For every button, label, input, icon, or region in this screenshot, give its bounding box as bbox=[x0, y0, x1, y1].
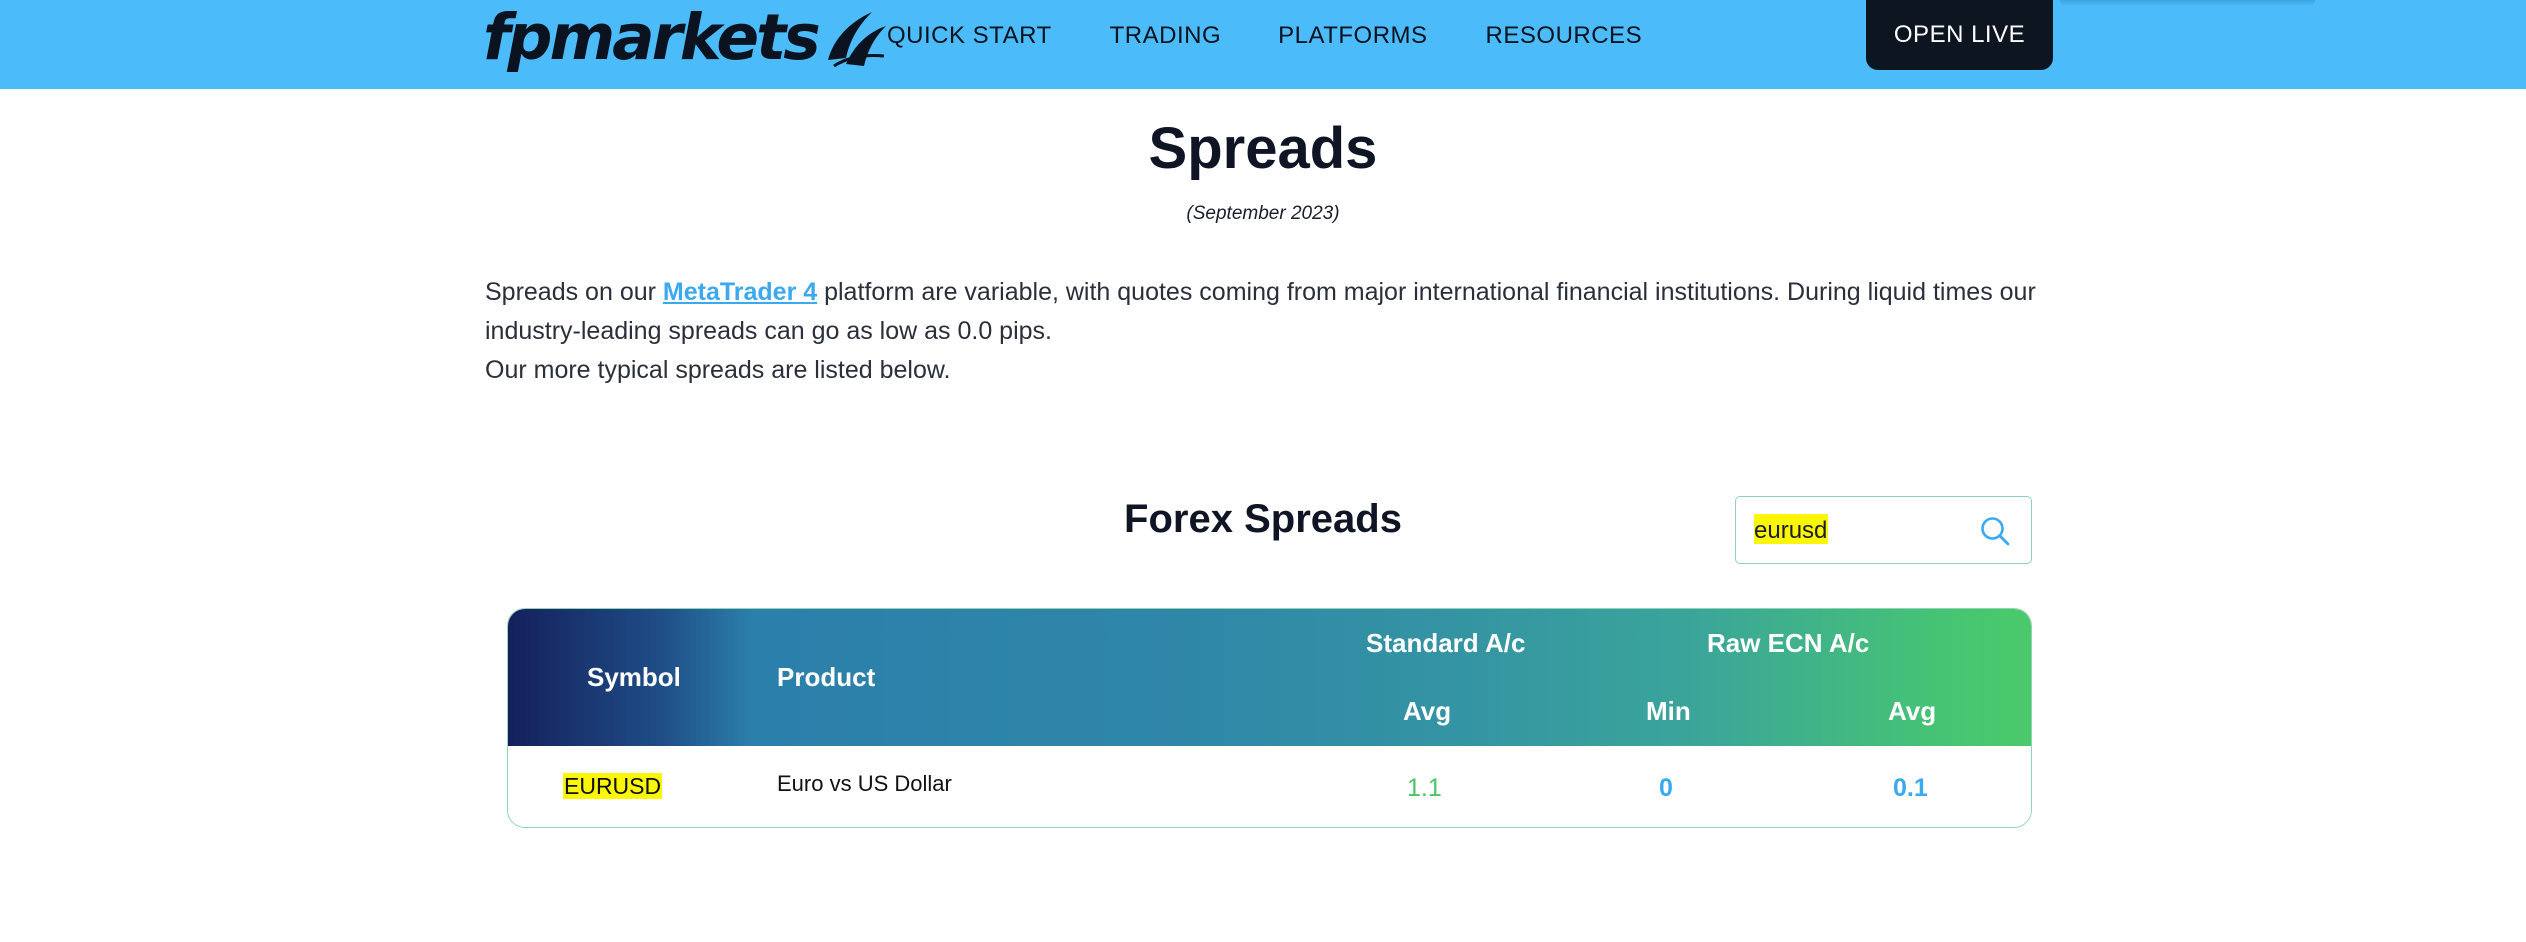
col-symbol: Symbol bbox=[587, 662, 681, 692]
row-standard-avg: 1.1 bbox=[1407, 774, 1442, 802]
row-product: Euro vs US Dollar bbox=[777, 771, 952, 796]
forex-spreads-table: Symbol Product Standard A/c Raw ECN A/c … bbox=[507, 608, 2032, 828]
row-symbol-text: EURUSD bbox=[563, 773, 663, 799]
table-row[interactable]: EURUSD Euro vs US Dollar 1.1 0 0.1 bbox=[508, 746, 2031, 827]
table-header: Symbol Product Standard A/c Raw ECN A/c … bbox=[508, 609, 2031, 746]
nav-resources[interactable]: RESOURCES bbox=[1486, 22, 1643, 50]
intro-text: Spreads on our MetaTrader 4 platform are… bbox=[485, 273, 2045, 390]
page-title: Spreads bbox=[1148, 116, 1378, 181]
page-date: (September 2023) bbox=[1186, 203, 1340, 224]
col-group-raw: Raw ECN A/c bbox=[1707, 628, 1870, 658]
search-box bbox=[1735, 496, 2032, 564]
logo-text: fpmarkets bbox=[483, 1, 821, 74]
open-live-button[interactable]: OPEN LIVE bbox=[1866, 0, 2053, 70]
row-symbol: EURUSD bbox=[563, 773, 663, 800]
intro-before-link: Spreads on our bbox=[485, 278, 663, 306]
main-nav: QUICK START TRADING PLATFORMS RESOURCES bbox=[887, 22, 1700, 50]
logo-swoosh-icon bbox=[827, 11, 886, 67]
intro-line2: Our more typical spreads are listed belo… bbox=[485, 356, 951, 384]
brand-logo[interactable]: fpmarkets bbox=[483, 0, 890, 75]
search-icon[interactable] bbox=[1979, 515, 2011, 547]
section-title: Forex Spreads bbox=[1124, 497, 1402, 541]
col-group-standard: Standard A/c bbox=[1366, 628, 1526, 658]
metatrader-4-link[interactable]: MetaTrader 4 bbox=[663, 278, 817, 306]
nav-platforms[interactable]: PLATFORMS bbox=[1278, 22, 1427, 50]
col-standard-avg: Avg bbox=[1403, 696, 1452, 726]
nav-trading[interactable]: TRADING bbox=[1110, 22, 1222, 50]
row-raw-min: 0 bbox=[1659, 774, 1673, 802]
col-product: Product bbox=[777, 662, 876, 692]
col-raw-min: Min bbox=[1646, 696, 1691, 726]
header-dropdown-shadow bbox=[2060, 0, 2315, 6]
nav-quick-start[interactable]: QUICK START bbox=[887, 22, 1052, 50]
search-input[interactable] bbox=[1754, 515, 1974, 547]
col-raw-avg: Avg bbox=[1888, 696, 1937, 726]
row-raw-avg: 0.1 bbox=[1893, 774, 1928, 802]
site-header: fpmarkets QUICK START TRADING PLATFORMS … bbox=[0, 0, 2526, 89]
